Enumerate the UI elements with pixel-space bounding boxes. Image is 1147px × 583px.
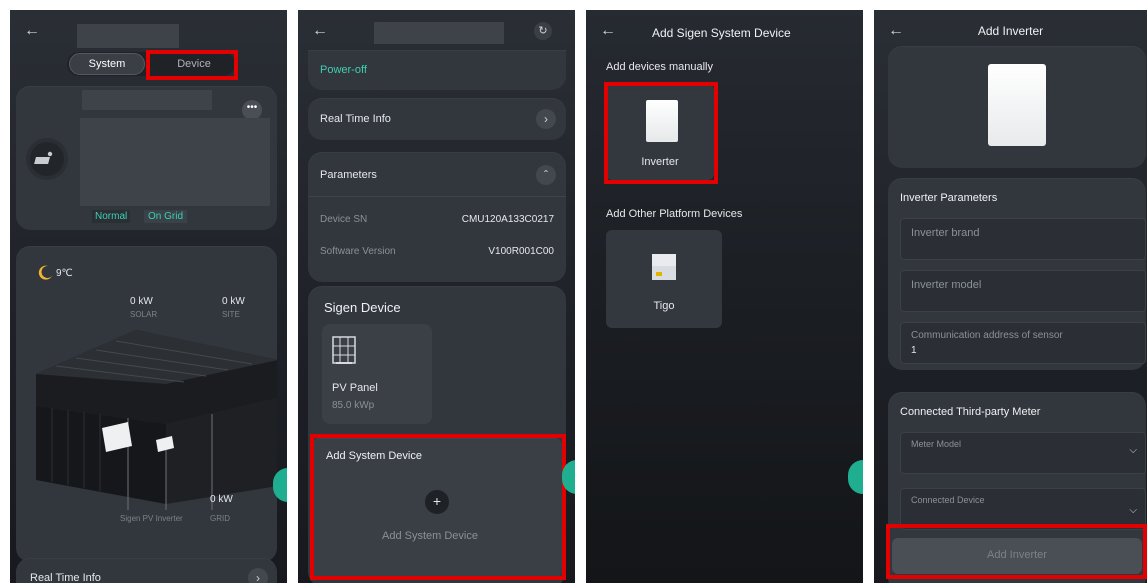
redacted-station-name [82,90,212,110]
manual-heading: Add devices manually [606,61,714,73]
meter-model-placeholder: Meter Model [911,439,962,449]
inverter-label: Sigen PV Inverter [120,514,183,523]
inverter-model-placeholder: Inverter model [911,279,982,291]
pv-panel-capacity: 85.0 kWp [332,400,375,411]
solar-station-icon [30,142,64,176]
chevron-right-icon[interactable]: › [248,568,268,583]
add-inverter-panel: ← Add Inverter Inverter Parameters Inver… [874,10,1147,583]
back-arrow-icon[interactable]: ← [312,22,330,40]
inverter-parameters-heading: Inverter Parameters [900,192,998,204]
connected-device-placeholder: Connected Device [911,495,985,505]
inverter-brand-field[interactable]: Inverter brand [900,218,1146,260]
sigen-device-title: Sigen Device [324,300,401,315]
add-sigen-device-panel: ← Add Sigen System Device Add devices ma… [586,10,863,583]
communication-address-value: 1 [911,345,917,356]
pv-panel-tile[interactable]: PV Panel 85.0 kWp [322,324,432,424]
refresh-icon[interactable]: ↻ [534,22,552,40]
energy-flow-card[interactable]: 9℃ 0 kW SOLAR 0 kW SITE 0 kW GRID Sigen … [16,246,277,562]
pv-panel-label: PV Panel [332,382,378,394]
page-title: Add Inverter [977,24,1044,38]
back-arrow-icon[interactable]: ← [24,22,42,40]
meter-model-select[interactable]: Meter Model ⌵ [900,432,1146,474]
tab-system[interactable]: System [69,53,145,75]
back-arrow-icon[interactable]: ← [600,22,618,40]
device-detail-panel: ← ↻ Power-off Real Time Info › Parameter… [298,10,575,583]
grid-value: 0 kW [210,494,233,505]
device-sn-value: CMU120A133C0217 [461,214,554,225]
pv-panel-icon [332,336,356,366]
chevron-down-icon[interactable]: ⌵ [1129,505,1137,516]
power-off-card[interactable]: Power-off [308,50,566,90]
station-card[interactable]: ••• Normal On Grid [16,86,277,230]
solar-value: 0 kW [130,296,153,307]
device-sn-label: Device SN [320,214,368,225]
site-value: 0 kW [222,296,245,307]
inverter-parameters-card: Inverter Parameters Inverter brand Inver… [888,178,1146,370]
highlight-box-inverter [604,82,718,184]
power-off-link[interactable]: Power-off [320,64,367,76]
page-title: Add Sigen System Device [652,26,791,40]
other-platform-heading: Add Other Platform Devices [606,208,743,220]
tigo-label: Tigo [653,300,675,312]
real-time-info-row[interactable]: Real Time Info › [16,558,277,583]
communication-address-field[interactable]: Communication address of sensor 1 [900,322,1146,364]
house-illustration [36,330,277,510]
communication-address-label: Communication address of sensor [911,330,1063,341]
inverter-brand-placeholder: Inverter brand [911,227,980,239]
status-normal: Normal [92,210,131,223]
parameters-heading: Parameters [320,169,377,181]
divider [308,196,566,197]
meter-heading: Connected Third-party Meter [900,406,1041,418]
inverter-device-icon [988,64,1046,146]
chevron-down-icon[interactable]: ⌵ [1129,445,1137,456]
weather-temperature: 9℃ [56,268,73,279]
moon-weather-icon [36,264,54,282]
software-version-value: V100R001C00 [488,246,554,257]
redacted-title [77,24,179,48]
real-time-info-label: Real Time Info [30,572,101,583]
more-options-icon[interactable]: ••• [242,100,262,120]
redacted-title [374,22,504,44]
chevron-right-icon[interactable]: › [536,109,556,129]
highlight-box-device-tab [146,50,238,80]
floating-action-button[interactable] [848,460,863,494]
tigo-device-icon [650,250,678,284]
highlight-box-add-system-device [310,434,566,580]
inverter-model-field[interactable]: Inverter model [900,270,1146,312]
parameters-card: Parameters ˆ Device SN CMU120A133C0217 S… [308,152,566,282]
software-version-label: Software Version [320,246,396,257]
status-on-grid: On Grid [144,210,188,223]
real-time-info-row[interactable]: Real Time Info › [308,98,566,140]
system-overview-panel: ← System Device ••• Normal On Grid 9℃ 0 … [10,10,287,583]
tigo-tile[interactable]: Tigo [606,230,722,328]
chevron-up-icon[interactable]: ˆ [536,165,556,185]
highlight-box-add-inverter [886,524,1147,579]
grid-label: GRID [210,514,230,523]
redacted-station-image [80,118,270,206]
inverter-image-card [888,46,1146,168]
real-time-info-label: Real Time Info [320,113,391,125]
